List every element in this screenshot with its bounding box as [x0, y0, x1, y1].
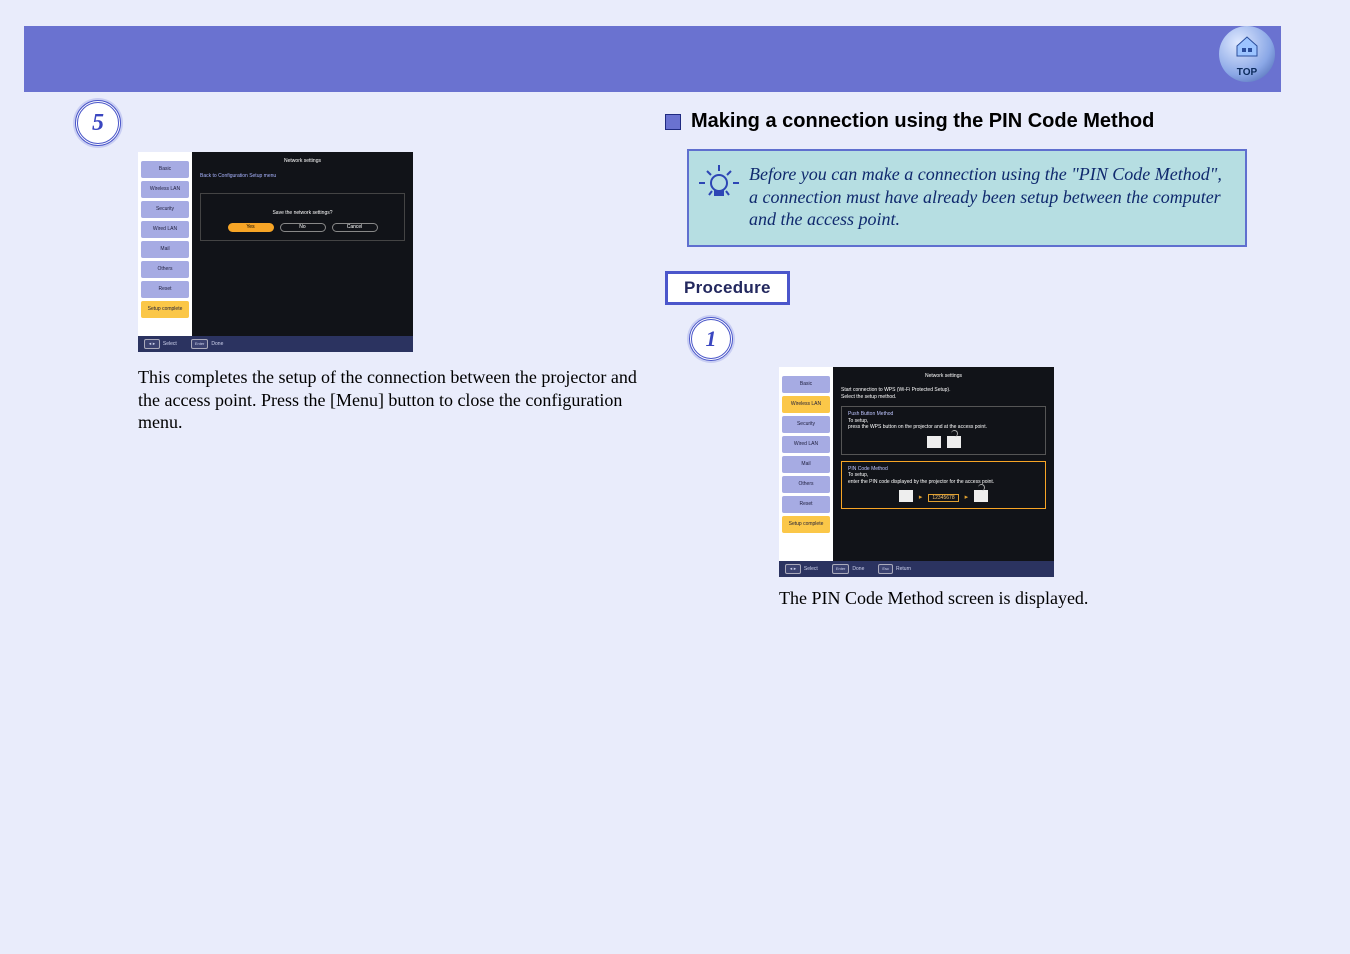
- arrow-right-icon: ▸: [919, 493, 923, 502]
- wps-intro2: Select the setup method.: [841, 394, 1046, 401]
- step5-description: This completes the setup of the connecti…: [138, 366, 638, 434]
- tab-wired: Wired LAN: [782, 436, 830, 453]
- arrow-right-icon: ▸: [965, 493, 969, 502]
- pb-sub2: press the WPS button on the projector an…: [848, 424, 1039, 431]
- top-home-badge[interactable]: TOP: [1219, 26, 1275, 82]
- projector-icon: [899, 490, 913, 502]
- screenshot-sidebar: Basic Wireless LAN Security Wired LAN Ma…: [138, 152, 192, 336]
- wps-main: Network settings Start connection to WPS…: [833, 367, 1054, 561]
- pin-sub2: enter the PIN code displayed by the proj…: [848, 479, 1039, 486]
- step-number: 1: [706, 326, 717, 352]
- dialog-no-button: No: [280, 223, 326, 232]
- top-badge-label: TOP: [1237, 68, 1257, 78]
- tab-mail: Mail: [782, 456, 830, 473]
- tab-security: Security: [141, 201, 189, 218]
- step1-description: The PIN Code Method screen is displayed.: [779, 587, 1265, 610]
- pin-code-box: PIN Code Method To setup, enter the PIN …: [841, 461, 1046, 510]
- right-column: Making a connection using the PIN Code M…: [665, 110, 1265, 609]
- tab-basic: Basic: [782, 376, 830, 393]
- tab-wired: Wired LAN: [141, 221, 189, 238]
- tab-setup-complete: Setup complete: [141, 301, 189, 318]
- access-point-icon: [974, 490, 988, 502]
- procedure-label: Procedure: [665, 271, 790, 305]
- tip-callout: Before you can make a connection using t…: [687, 149, 1247, 247]
- footer-done: Done: [852, 566, 864, 572]
- wps-title: Network settings: [841, 373, 1046, 380]
- dialog-question: Save the network settings?: [209, 210, 396, 217]
- dialog-cancel-button: Cancel: [332, 223, 378, 232]
- projector-icon: [927, 436, 941, 448]
- access-point-icon: [947, 436, 961, 448]
- tab-reset: Reset: [141, 281, 189, 298]
- tab-reset: Reset: [782, 496, 830, 513]
- footer-return: Return: [896, 566, 911, 572]
- tab-wireless: Wireless LAN: [782, 396, 830, 413]
- tab-mail: Mail: [141, 241, 189, 258]
- footer-select: Select: [804, 566, 818, 572]
- footer-select: Select: [163, 341, 177, 347]
- step-badge-1: 1: [689, 317, 733, 361]
- tab-wireless: Wireless LAN: [141, 181, 189, 198]
- tip-text: Before you can make a connection using t…: [749, 164, 1222, 229]
- screenshot-title: Network settings: [200, 158, 405, 165]
- push-button-box: Push Button Method To setup, press the W…: [841, 406, 1046, 455]
- wps-sidebar: Basic Wireless LAN Security Wired LAN Ma…: [779, 367, 833, 561]
- wps-footer: ◄►Select EnterDone EscReturn: [779, 561, 1054, 577]
- tab-security: Security: [782, 416, 830, 433]
- section-heading: Making a connection using the PIN Code M…: [665, 110, 1265, 133]
- home-icon: [1233, 34, 1261, 58]
- step-number: 5: [92, 110, 104, 137]
- save-dialog: Save the network settings? Yes No Cancel: [200, 193, 405, 241]
- header-banner: [24, 26, 1281, 92]
- screenshot-wps-setup: Basic Wireless LAN Security Wired LAN Ma…: [779, 367, 1054, 577]
- footer-done: Done: [211, 341, 223, 347]
- tab-basic: Basic: [141, 161, 189, 178]
- left-column: 5 Basic Wireless LAN Security Wired LAN …: [75, 100, 655, 434]
- dialog-yes-button: Yes: [228, 223, 274, 232]
- square-bullet-icon: [665, 114, 681, 130]
- tab-others: Others: [782, 476, 830, 493]
- screenshot-main: Network settings Back to Configuration S…: [192, 152, 413, 336]
- tab-setup-complete: Setup complete: [782, 516, 830, 533]
- heading-text: Making a connection using the PIN Code M…: [691, 110, 1154, 133]
- lightbulb-icon: [699, 161, 739, 207]
- pin-code-value: 12345678: [928, 494, 958, 503]
- tab-others: Others: [141, 261, 189, 278]
- screenshot-save-settings: Basic Wireless LAN Security Wired LAN Ma…: [138, 152, 413, 352]
- screenshot-footer: ◄►Select EnterDone: [138, 336, 413, 352]
- step-badge-5: 5: [75, 100, 121, 146]
- back-link: Back to Configuration Setup menu: [200, 173, 405, 180]
